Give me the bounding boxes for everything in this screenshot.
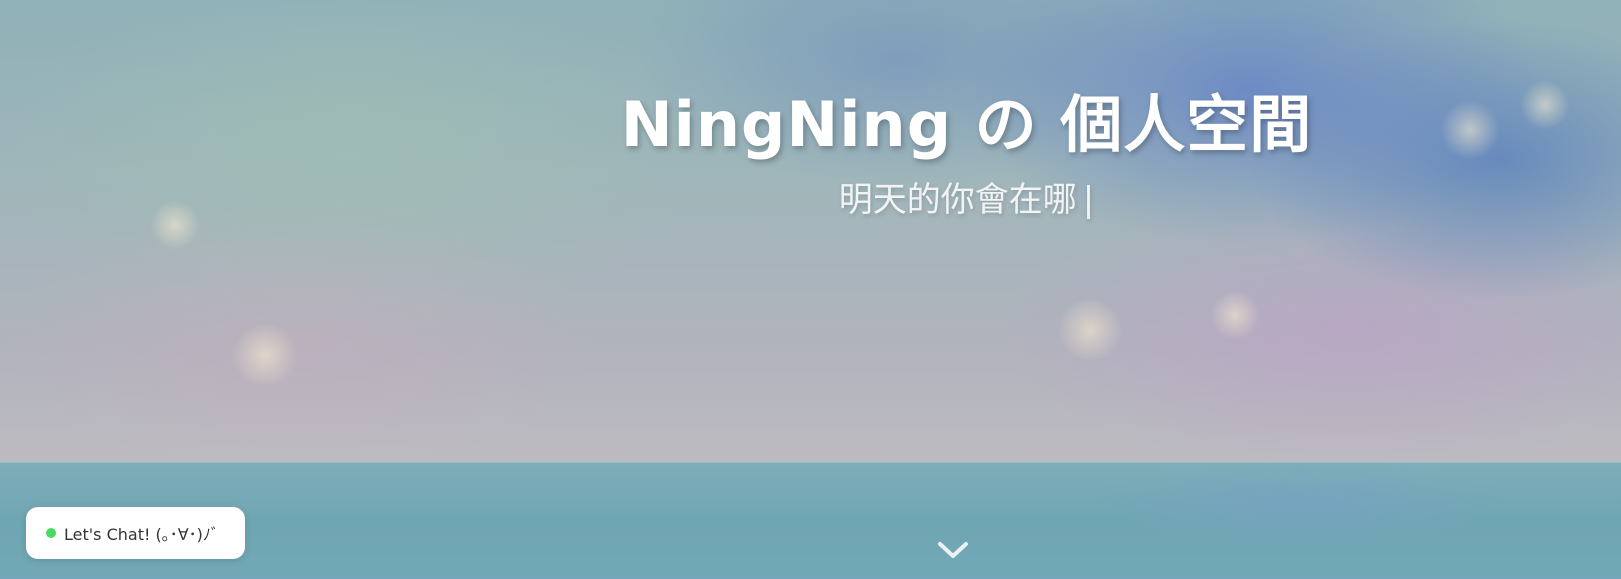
online-status-dot-icon xyxy=(46,528,56,538)
typing-cursor: | xyxy=(1082,180,1095,220)
hero-banner: NingNing の 個人空間 明天的你會在哪 | xyxy=(0,0,1621,579)
bokeh-light xyxy=(1055,300,1125,360)
chat-widget-label: Let's Chat! (｡･∀･)ﾉﾞ xyxy=(64,525,219,544)
chevron-down-icon xyxy=(938,542,968,558)
subtitle-text: 明天的你會在哪 xyxy=(838,180,1077,220)
site-subtitle: 明天的你會在哪 | xyxy=(0,176,1621,224)
scroll-down-button[interactable] xyxy=(934,535,972,565)
chat-widget-button[interactable]: Let's Chat! (｡･∀･)ﾉﾞ xyxy=(26,507,245,559)
bokeh-light xyxy=(230,325,300,385)
bokeh-light xyxy=(1210,290,1260,340)
site-title: NingNing の 個人空間 xyxy=(620,88,1313,161)
